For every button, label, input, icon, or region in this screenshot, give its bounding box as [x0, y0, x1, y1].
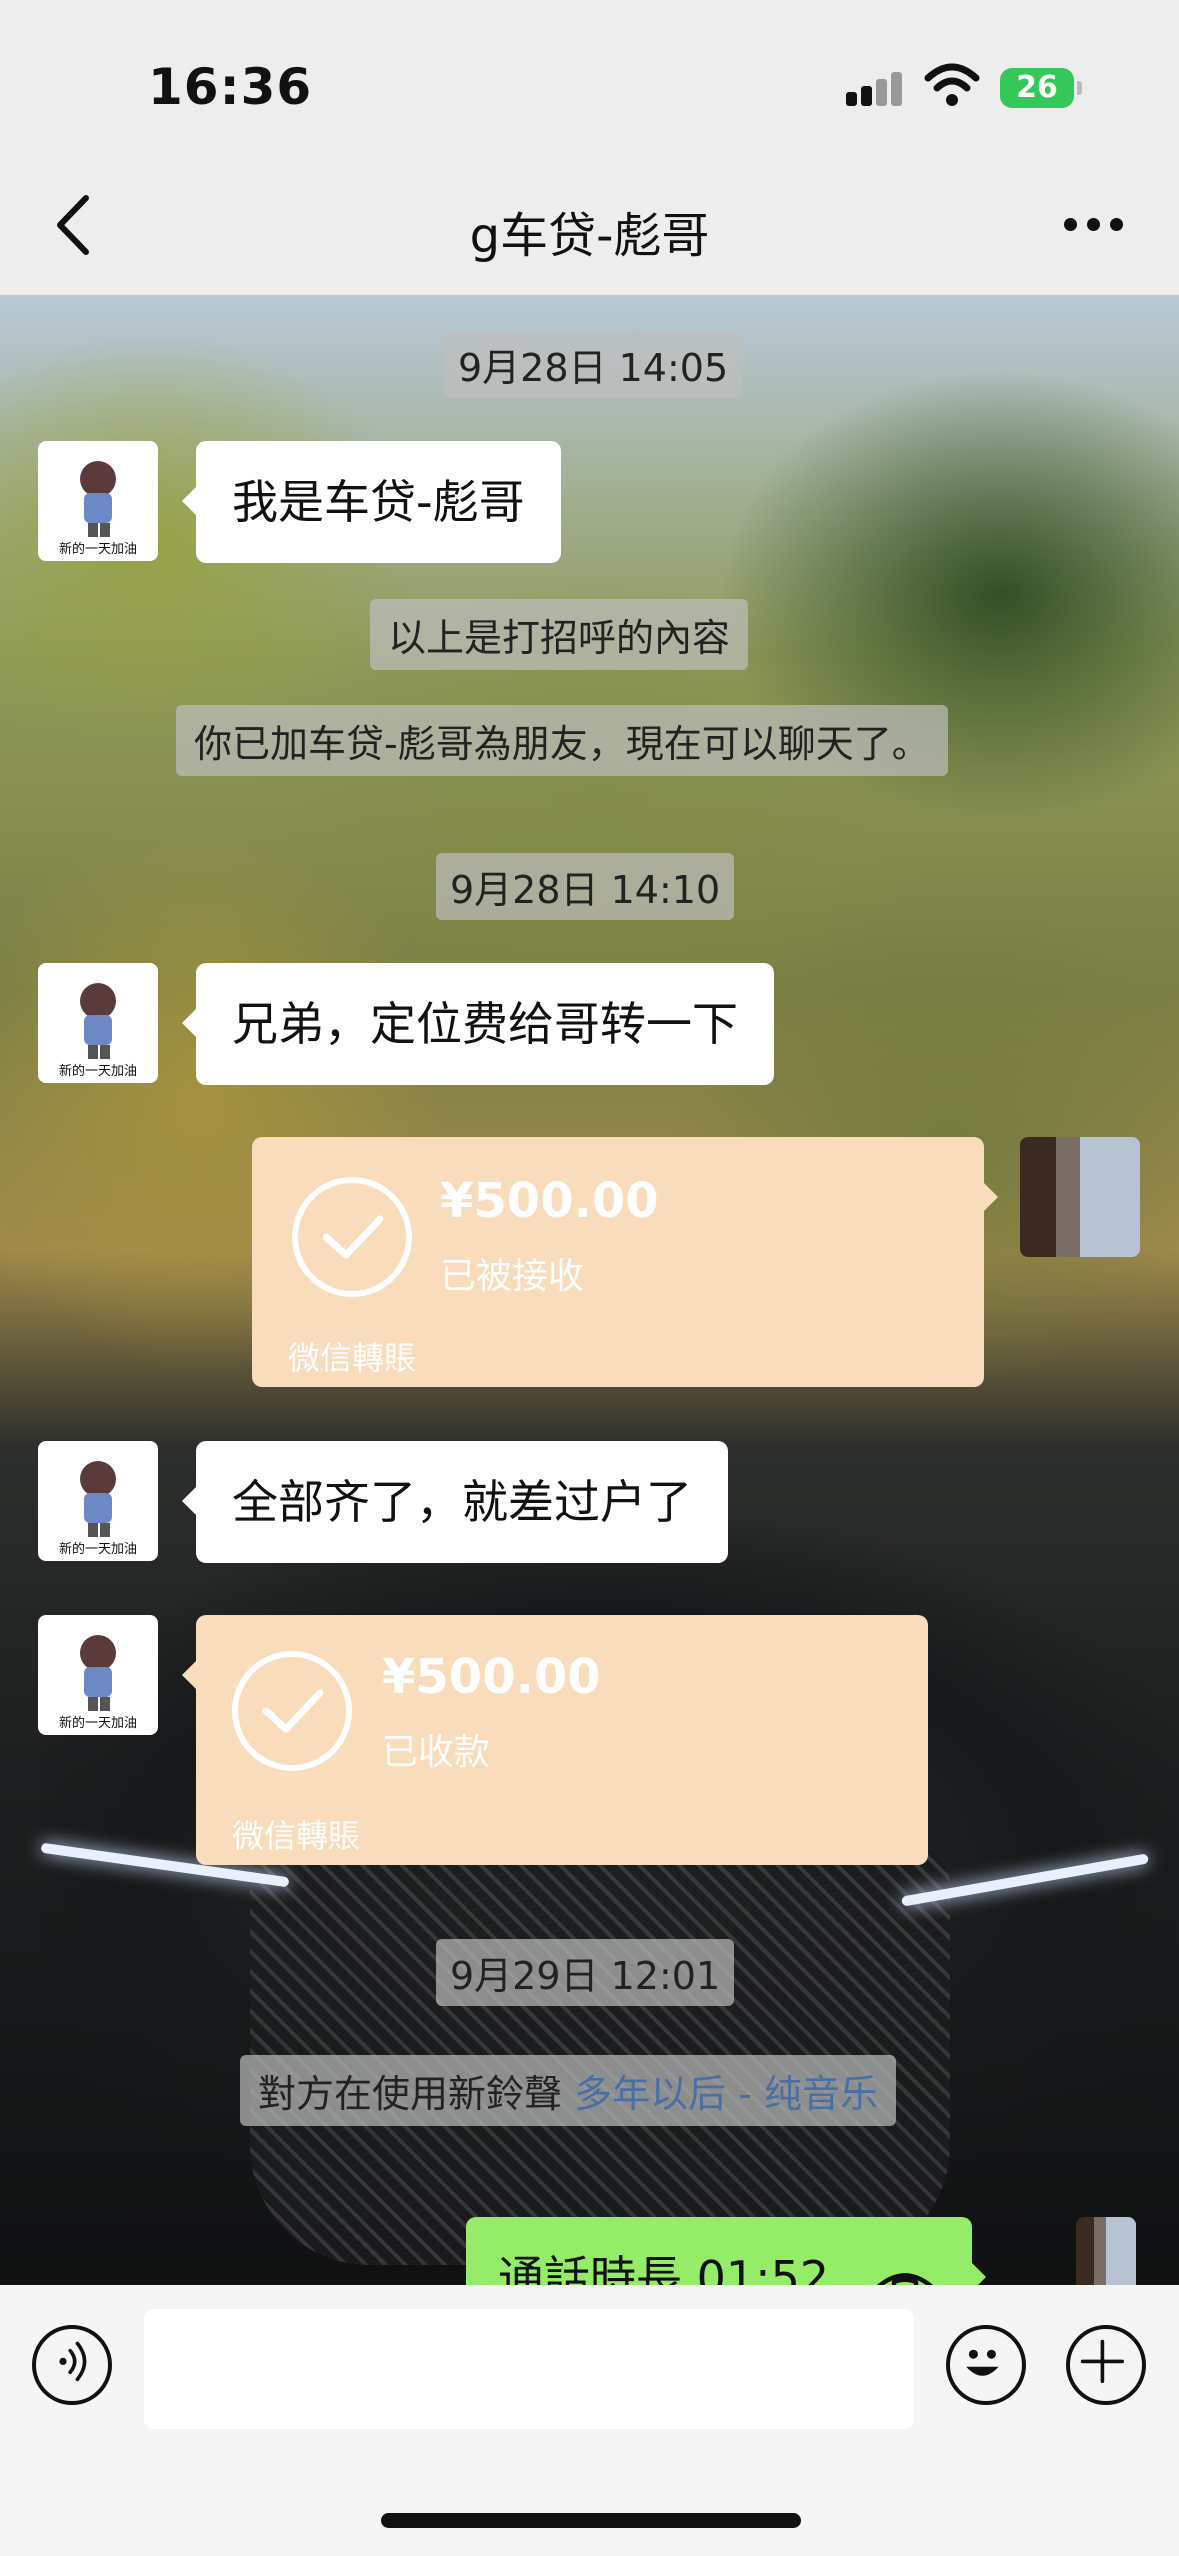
status-time: 16:36: [148, 58, 313, 116]
svg-text:新的一天加油: 新的一天加油: [59, 1541, 137, 1557]
ringtone-text: 對方在使用新鈴聲: [258, 2072, 563, 2116]
timestamp: 9月28日 14:05: [444, 331, 743, 398]
message-bubble[interactable]: 兄弟，定位费给哥转一下: [182, 963, 774, 1085]
call-duration-text: 通話時長 01:52: [498, 2251, 830, 2285]
transfer-card[interactable]: ¥500.00 已收款 微信轉賬: [182, 1615, 928, 1865]
transfer-card[interactable]: ¥500.00 已被接收 微信轉賬: [252, 1137, 998, 1387]
transfer-footer: 微信轉賬: [288, 1339, 417, 1377]
self-avatar[interactable]: [1076, 2217, 1136, 2285]
avatar[interactable]: 新的一天加油: [38, 963, 158, 1083]
svg-text:新的一天加油: 新的一天加油: [59, 541, 137, 557]
system-message: 你已加车贷-彪哥為朋友，現在可以聊天了。: [176, 705, 948, 776]
svg-text:新的一天加油: 新的一天加油: [59, 1715, 137, 1731]
transfer-amount: ¥500.00: [382, 1649, 601, 1705]
avatar[interactable]: 新的一天加油: [38, 441, 158, 561]
avatar[interactable]: 新的一天加油: [38, 1615, 158, 1735]
chat-title: g车贷-彪哥: [469, 208, 710, 264]
message-bubble[interactable]: 我是车贷-彪哥: [182, 441, 561, 563]
wifi-icon: [924, 63, 980, 106]
system-message: 對方在使用新鈴聲 多年以后 - 纯音乐: [240, 2055, 896, 2126]
transfer-status: 已被接收: [440, 1256, 585, 1297]
chat-area[interactable]: 9月28日 14:05 新的一天加油 我是车贷-彪哥 以上是打招呼的內容 你已加…: [0, 295, 1179, 2285]
check-icon: [292, 1177, 412, 1297]
voice-input-icon[interactable]: [32, 2325, 112, 2405]
phone-icon: [876, 2272, 934, 2285]
emoji-icon[interactable]: [946, 2325, 1026, 2405]
home-indicator[interactable]: [381, 2513, 801, 2528]
ringtone-link[interactable]: 多年以后 - 纯音乐: [574, 2072, 878, 2116]
self-avatar[interactable]: [1020, 1137, 1140, 1257]
battery-indicator: 26: [1000, 68, 1082, 108]
transfer-footer: 微信轉賬: [232, 1817, 361, 1855]
cellular-signal-icon: [846, 72, 902, 106]
more-dots-icon[interactable]: [1064, 218, 1124, 232]
check-icon: [232, 1651, 352, 1771]
transfer-status: 已收款: [382, 1732, 491, 1773]
plus-icon[interactable]: [1066, 2325, 1146, 2405]
top-bar: 16:36 26 g车贷-彪哥: [0, 0, 1179, 295]
svg-text:新的一天加油: 新的一天加油: [59, 1063, 137, 1079]
call-duration-bubble[interactable]: 通話時長 01:52: [466, 2217, 986, 2285]
system-message: 以上是打招呼的內容: [370, 599, 749, 670]
timestamp: 9月28日 14:10: [436, 853, 735, 920]
message-input[interactable]: [144, 2309, 914, 2429]
avatar[interactable]: 新的一天加油: [38, 1441, 158, 1561]
transfer-amount: ¥500.00: [440, 1173, 659, 1229]
timestamp: 9月29日 12:01: [436, 1939, 735, 2006]
message-bubble[interactable]: 全部齐了，就差过户了: [182, 1441, 728, 1563]
